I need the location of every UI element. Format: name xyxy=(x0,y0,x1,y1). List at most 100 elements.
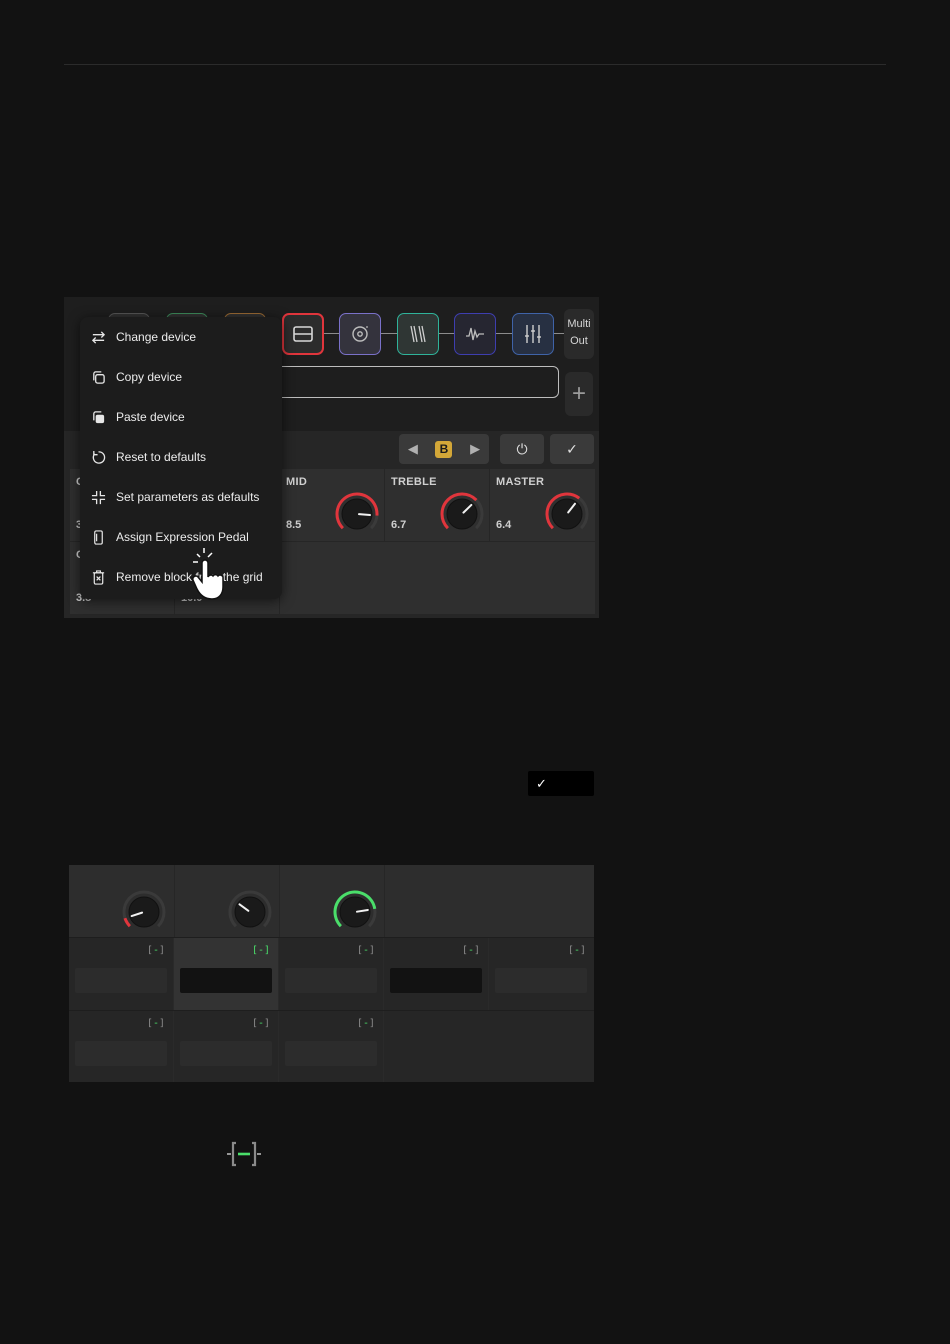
add-block-button[interactable]: + xyxy=(565,372,593,416)
menu-item-paste-device[interactable]: Paste device xyxy=(80,397,282,437)
assign-row-2: [-] [-] [-] xyxy=(69,1011,594,1082)
confirm-button[interactable]: ✓ xyxy=(550,434,594,464)
swap-icon xyxy=(91,330,105,344)
trash-icon xyxy=(92,569,104,585)
knob-row xyxy=(69,865,594,937)
assign-cell[interactable]: [-] xyxy=(69,938,174,1010)
menu-item-copy-device[interactable]: Copy device xyxy=(80,357,282,397)
param-treble[interactable]: TREBLE 6.7 xyxy=(385,469,490,541)
bypass-button[interactable]: ⏻ xyxy=(500,434,544,464)
menu-item-change-device[interactable]: Change device xyxy=(80,317,282,357)
amp-block[interactable] xyxy=(282,313,324,355)
ab-switch[interactable]: ◀ B ▶ xyxy=(399,434,489,464)
pedal-assign-icon[interactable]: [-] xyxy=(147,945,165,956)
prev-preset-icon[interactable]: ◀ xyxy=(408,441,418,457)
check-icon: ✓ xyxy=(536,776,547,791)
assign-cell[interactable]: [-] xyxy=(489,938,594,1010)
sliders-icon xyxy=(525,325,541,343)
knob-body xyxy=(446,498,478,530)
param-value: 6.4 xyxy=(496,519,512,531)
routing-lane[interactable] xyxy=(264,366,559,398)
assign-cell[interactable]: [-] xyxy=(279,1011,384,1082)
column-divider xyxy=(279,865,280,937)
assign-field[interactable] xyxy=(180,968,272,993)
param-value: 8.5 xyxy=(286,519,302,531)
tap-cursor-icon xyxy=(192,548,224,600)
assign-field[interactable] xyxy=(75,968,167,993)
waveform-icon xyxy=(466,327,484,341)
knob-body xyxy=(339,896,371,928)
modulation-icon xyxy=(410,325,426,343)
param-mid[interactable]: MID 8.5 xyxy=(280,469,385,541)
param-label: MASTER xyxy=(496,476,545,488)
param-label: MID xyxy=(286,476,308,488)
pedal-assign-icon[interactable]: [-] xyxy=(568,945,586,956)
menu-item-assign-pedal[interactable]: Assign Expression Pedal xyxy=(80,517,282,557)
ab-letter-badge: B xyxy=(435,440,453,458)
assign-cell[interactable]: [-] xyxy=(69,1011,174,1082)
knob-body xyxy=(128,896,160,928)
confirm-chip[interactable]: ✓ xyxy=(528,771,594,796)
assign-knob-2[interactable] xyxy=(227,889,273,935)
assign-field[interactable] xyxy=(180,1041,272,1066)
copy-icon xyxy=(92,370,105,384)
knob-arc xyxy=(123,917,131,928)
top-divider xyxy=(64,64,886,65)
next-preset-icon[interactable]: ▶ xyxy=(470,441,480,457)
assign-field[interactable] xyxy=(390,968,482,993)
modulation-block[interactable] xyxy=(397,313,439,355)
check-icon: ✓ xyxy=(566,440,578,457)
menu-item-set-defaults[interactable]: Set parameters as defaults xyxy=(80,477,282,517)
column-divider xyxy=(174,865,175,937)
app-screenshot: Multi Out + ◀ B ▶ ⏻ ✓ C 3 MID 8.5 xyxy=(64,297,599,618)
assign-field[interactable] xyxy=(285,968,377,993)
treble-knob[interactable] xyxy=(439,491,485,537)
pedal-assign-icon[interactable]: [-] xyxy=(357,945,375,956)
context-menu: Change device Copy device Paste device R… xyxy=(80,317,282,600)
reset-icon xyxy=(92,450,105,464)
knob-body xyxy=(551,498,583,530)
paste-icon xyxy=(92,410,104,423)
param-label: TREBLE xyxy=(391,476,437,488)
plus-icon: + xyxy=(571,380,586,407)
param-master[interactable]: MASTER 6.4 xyxy=(490,469,595,541)
mid-knob[interactable] xyxy=(334,491,380,537)
knob-body xyxy=(234,896,266,928)
menu-label: Reset to defaults xyxy=(116,450,207,464)
assign-cell[interactable]: [-] xyxy=(174,1011,279,1082)
multi-out-label-line2: Out xyxy=(570,335,588,347)
multi-out-block[interactable]: Multi Out xyxy=(564,309,594,359)
knob-indicator xyxy=(357,513,371,517)
delay-block[interactable] xyxy=(454,313,496,355)
multi-out-label-line1: Multi xyxy=(567,318,591,330)
assign-panel: [-] [-] [-] [-] [-] [-] [-] [-] xyxy=(69,865,594,1082)
menu-item-reset-defaults[interactable]: Reset to defaults xyxy=(80,437,282,477)
pedal-assign-icon[interactable]: [-] xyxy=(147,1018,165,1029)
speaker-icon xyxy=(352,326,368,342)
assign-cell[interactable]: [-] xyxy=(279,938,384,1010)
pedal-assign-icon[interactable]: [-] xyxy=(462,945,480,956)
menu-item-remove-block[interactable]: Remove block from the grid xyxy=(80,557,282,597)
param-value: 6.7 xyxy=(391,519,407,531)
assign-field[interactable] xyxy=(285,1041,377,1066)
assign-cell[interactable]: [-] xyxy=(384,938,489,1010)
assign-cell-selected[interactable]: [-] xyxy=(174,938,279,1010)
menu-label: Remove block from the grid xyxy=(116,570,263,584)
power-icon: ⏻ xyxy=(516,440,528,457)
column-divider xyxy=(384,865,385,937)
assign-knob-3[interactable] xyxy=(332,889,378,935)
master-knob[interactable] xyxy=(544,491,590,537)
menu-label: Paste device xyxy=(116,410,185,424)
eq-block[interactable] xyxy=(512,313,554,355)
pedal-assign-icon[interactable]: [-] xyxy=(252,945,270,956)
amp-icon xyxy=(293,326,313,342)
cab-block[interactable] xyxy=(339,313,381,355)
pedal-assign-icon[interactable]: [-] xyxy=(357,1018,375,1029)
assign-field[interactable] xyxy=(75,1041,167,1066)
pedal-assign-legend-icon xyxy=(227,1141,261,1167)
collapse-icon xyxy=(91,490,105,504)
pedal-assign-icon[interactable]: [-] xyxy=(252,1018,270,1029)
assign-knob-1[interactable] xyxy=(121,889,167,935)
assign-field[interactable] xyxy=(495,968,587,993)
pedal-icon xyxy=(93,529,103,545)
